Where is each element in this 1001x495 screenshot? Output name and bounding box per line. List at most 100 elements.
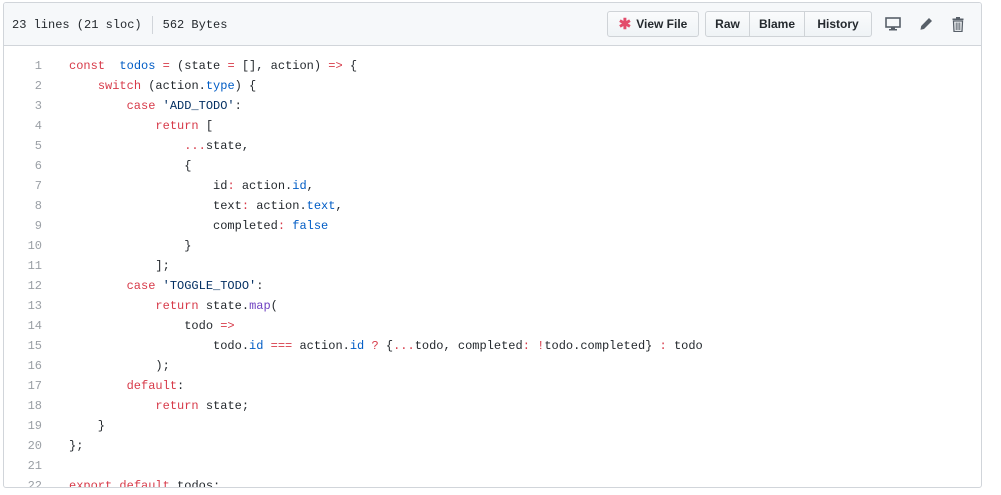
line-number[interactable]: 16 xyxy=(4,356,42,376)
trash-icon[interactable] xyxy=(949,15,967,33)
code-token: state; xyxy=(198,399,250,413)
code-token: = xyxy=(162,59,170,73)
code-token: [ xyxy=(198,119,214,133)
code-token: } xyxy=(69,419,106,433)
line-number[interactable]: 17 xyxy=(4,376,42,396)
code-token: : xyxy=(241,199,250,213)
code-token: { xyxy=(342,59,358,73)
code-token: { xyxy=(69,159,192,173)
code-token: id xyxy=(69,179,228,193)
blame-button[interactable]: Blame xyxy=(749,11,805,37)
code-line: 2 switch (action.type) { xyxy=(4,76,981,96)
code-token: ? xyxy=(371,339,379,353)
code-line: 15 todo.id === action.id ? {...todo, com… xyxy=(4,336,981,356)
code-token: return xyxy=(155,399,199,413)
line-content: completed: false xyxy=(69,216,328,236)
code-token: action. xyxy=(249,199,307,213)
code-token: return xyxy=(155,299,199,313)
line-content: } xyxy=(69,236,191,256)
code-token: , xyxy=(306,179,314,193)
code-token: : xyxy=(177,379,185,393)
code-token: case xyxy=(126,279,156,293)
line-number[interactable]: 13 xyxy=(4,296,42,316)
code-line: 19 } xyxy=(4,416,981,436)
code-token: } xyxy=(69,239,192,253)
line-number[interactable]: 18 xyxy=(4,396,42,416)
code-token: 'TOGGLE_TODO' xyxy=(162,279,257,293)
code-token: ) { xyxy=(234,79,257,93)
code-token: id xyxy=(292,179,307,193)
code-token: : xyxy=(234,99,242,113)
code-line: 1 const todos = (state = [], action) => { xyxy=(4,56,981,76)
code-token: return xyxy=(155,119,199,133)
line-number[interactable]: 15 xyxy=(4,336,42,356)
code-line: 21 xyxy=(4,456,981,476)
code-token: ); xyxy=(69,359,170,373)
line-number[interactable]: 4 xyxy=(4,116,42,136)
code-token: (state xyxy=(169,59,228,73)
code-line: 5 ...state, xyxy=(4,136,981,156)
line-number[interactable]: 20 xyxy=(4,436,42,456)
code-token: (action. xyxy=(141,79,206,93)
divider xyxy=(151,16,153,34)
view-file-label: View File xyxy=(636,17,688,31)
code-token: : xyxy=(522,339,530,353)
raw-button[interactable]: Raw xyxy=(705,11,750,37)
line-count: 23 lines (21 sloc) xyxy=(12,18,142,32)
code-token: text xyxy=(69,199,242,213)
line-content: ]; xyxy=(69,256,170,276)
line-number[interactable]: 1 xyxy=(4,56,42,76)
line-number[interactable]: 10 xyxy=(4,236,42,256)
code-token: ... xyxy=(184,139,206,153)
line-number[interactable]: 5 xyxy=(4,136,42,156)
line-number[interactable]: 7 xyxy=(4,176,42,196)
desktop-icon[interactable] xyxy=(884,15,902,33)
code-token: text xyxy=(306,199,336,213)
line-number[interactable]: 6 xyxy=(4,156,42,176)
pencil-icon[interactable] xyxy=(917,15,935,33)
code-line: 13 return state.map( xyxy=(4,296,981,316)
line-content: todo.id === action.id ? {...todo, comple… xyxy=(69,336,703,356)
code-token: => xyxy=(328,59,343,73)
line-number[interactable]: 14 xyxy=(4,316,42,336)
code-line: 17 default: xyxy=(4,376,981,396)
line-number[interactable]: 3 xyxy=(4,96,42,116)
code-token: todo xyxy=(666,339,703,353)
view-file-button[interactable]: ✱ View File xyxy=(607,11,699,37)
code-line: 4 return [ xyxy=(4,116,981,136)
line-content: text: action.text, xyxy=(69,196,343,216)
file-viewer: 23 lines (21 sloc) 562 Bytes ✱ View File… xyxy=(3,2,982,488)
code-token: 'ADD_TODO' xyxy=(162,99,235,113)
line-number[interactable]: 22 xyxy=(4,476,42,487)
code-token: : xyxy=(256,279,264,293)
code-token: todo. xyxy=(69,339,250,353)
line-number[interactable]: 8 xyxy=(4,196,42,216)
line-number[interactable]: 19 xyxy=(4,416,42,436)
line-content: return [ xyxy=(69,116,213,136)
line-number[interactable]: 21 xyxy=(4,456,42,476)
code-token: default xyxy=(119,479,170,488)
code-line: 22 export default todos; xyxy=(4,476,981,488)
line-number[interactable]: 2 xyxy=(4,76,42,96)
code-token: id xyxy=(349,339,365,353)
line-number[interactable]: 11 xyxy=(4,256,42,276)
line-content: const todos = (state = [], action) => { xyxy=(69,56,357,76)
history-button[interactable]: History xyxy=(804,11,872,37)
code-token: todo xyxy=(69,319,221,333)
line-number[interactable]: 12 xyxy=(4,276,42,296)
line-number[interactable]: 9 xyxy=(4,216,42,236)
code-area: 1 const todos = (state = [], action) => {… xyxy=(4,46,981,487)
code-token: ]; xyxy=(69,259,170,273)
code-line: 9 completed: false xyxy=(4,216,981,236)
code-token: false xyxy=(292,219,329,233)
code-token: action. xyxy=(292,339,350,353)
code-token: : xyxy=(659,339,667,353)
code-token: export xyxy=(69,479,113,488)
code-token: [], action) xyxy=(234,59,329,73)
line-content: { xyxy=(69,156,191,176)
